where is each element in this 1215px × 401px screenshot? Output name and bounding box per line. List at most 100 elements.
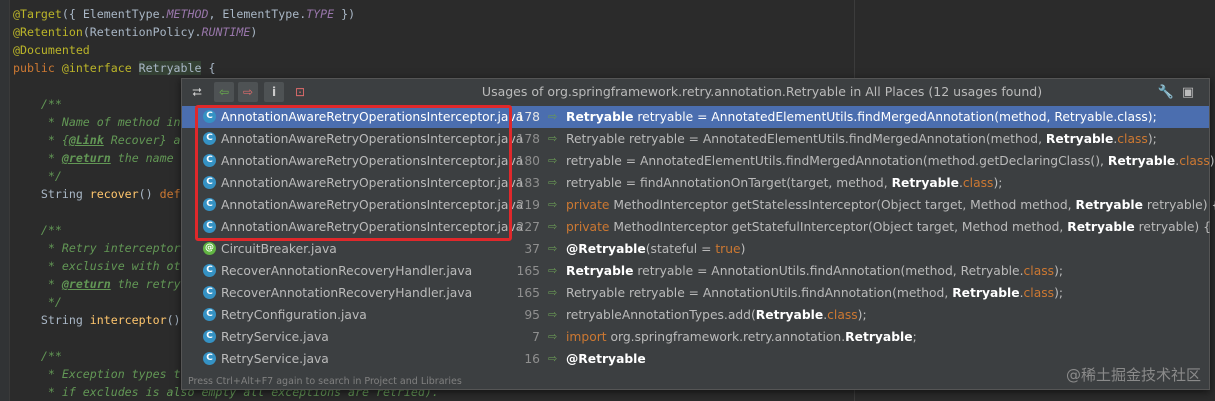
usage-code: @Retryable(stateful = true): [566, 238, 745, 260]
usage-code: retryableAnnotationTypes.add(Retryable.c…: [566, 304, 867, 326]
code-token: (): [138, 187, 160, 201]
usage-code-token: MethodInterceptor getStatelessIntercepto…: [613, 198, 1076, 212]
class-icon: C: [203, 154, 216, 167]
class-icon: C: [203, 176, 216, 189]
usage-row[interactable]: @ CircuitBreaker.java 37 ⇨ @Retryable(statef…: [182, 238, 1209, 260]
usage-code: @Retryable: [566, 348, 646, 370]
usage-code: import org.springframework.retry.annotat…: [566, 326, 917, 348]
merge-icon: ⮂: [192, 84, 202, 99]
usage-code-token: Retryable: [952, 286, 1020, 300]
code-token: *: [13, 277, 62, 291]
usage-code-token: Retryable: [1045, 132, 1114, 146]
annotation-icon: @: [203, 242, 216, 255]
usage-code-token: class: [962, 176, 994, 190]
code-token: (): [166, 313, 181, 327]
code-token: }): [334, 7, 356, 21]
code-token: RUNTIME: [201, 25, 251, 39]
code-token: ): [250, 25, 258, 39]
usage-line-number: 7: [532, 330, 540, 344]
code-line: /**: [13, 95, 62, 113]
usage-code-token: ;: [912, 330, 917, 344]
code-line: * Retry interceptor: [13, 239, 181, 257]
code-token: Retryable: [138, 61, 202, 75]
usage-code-token: Retryable: [1075, 198, 1143, 212]
code-token: {: [201, 61, 216, 75]
usage-row[interactable]: C AnnotationAwareRetryOperationsIntercept…: [182, 150, 1215, 172]
code-token: @interface: [61, 61, 139, 75]
usage-code-token: Retryable: [845, 330, 913, 344]
usage-row[interactable]: C AnnotationAwareRetryOperationsIntercept…: [182, 128, 1209, 150]
info-icon: i: [271, 85, 277, 99]
arrow-right-icon: ⇨: [242, 85, 254, 99]
usage-code-token: retryableAnnotationTypes.add(: [566, 308, 756, 322]
class-icon: C: [203, 110, 216, 123]
next-occurrence-button[interactable]: ⇨: [238, 82, 258, 102]
code-token: * Name of method in: [13, 115, 181, 129]
popup-title: Usages of org.springframework.retry.anno…: [481, 84, 1043, 99]
usage-line-number: 16: [524, 352, 540, 366]
usage-arrow-icon: ⇨: [548, 154, 558, 167]
usage-code-token: );: [1054, 286, 1064, 300]
previous-occurrence-button[interactable]: ⇦: [214, 82, 234, 102]
usage-code: Retryable retryable = AnnotatedElementUt…: [566, 128, 1157, 150]
usage-line-number: 178: [516, 110, 540, 124]
usage-code-token: (stateful =: [645, 242, 716, 256]
code-token: METHOD: [166, 7, 209, 21]
usage-arrow-icon: ⇨: [548, 220, 558, 233]
usage-row[interactable]: C RecoverAnnotationRecoveryHandler.java 16…: [182, 282, 1209, 304]
merge-usages-button[interactable]: ⮂: [187, 82, 207, 102]
usage-arrow-icon: ⇨: [548, 132, 558, 145]
usage-row[interactable]: C AnnotationAwareRetryOperationsIntercept…: [182, 194, 1215, 216]
usage-row[interactable]: C RetryService.java 16 ⇨ @Retryable: [182, 348, 1209, 370]
usage-code: Retryable retryable = AnnotationUtils.fi…: [566, 282, 1063, 304]
usage-file-name: CircuitBreaker.java: [221, 242, 337, 256]
code-line: String recover() def: [13, 185, 181, 203]
usage-line-number: 165: [516, 264, 540, 278]
pin-button[interactable]: ▣: [1180, 84, 1196, 100]
search-hint: Press Ctrl+Alt+F7 again to search in Pro…: [188, 376, 462, 387]
filter-button[interactable]: ⊡: [290, 82, 310, 102]
code-token: * {: [13, 133, 69, 147]
usage-line-number: 183: [516, 176, 540, 190]
usage-row[interactable]: C RetryService.java 7 ⇨ import org.springfra…: [182, 326, 1209, 348]
code-line: * @return the retry: [13, 275, 181, 293]
code-line: * Name of method in: [13, 113, 181, 131]
usage-file-name: AnnotationAwareRetryOperationsIntercepto…: [221, 110, 524, 124]
usage-line-number: 165: [516, 286, 540, 300]
code-token: /**: [13, 223, 62, 237]
usage-code-token: org.springframework.retry.annotation.: [610, 330, 846, 344]
code-token: @Link: [68, 133, 104, 147]
class-icon: C: [203, 132, 216, 145]
arrow-left-icon: ⇦: [218, 85, 230, 99]
code-token: def: [159, 187, 181, 201]
code-token: Recover} a: [103, 133, 181, 147]
usage-file-name: RecoverAnnotationRecoveryHandler.java: [221, 286, 473, 300]
code-line: String interceptor(): [13, 311, 181, 329]
usage-arrow-icon: ⇨: [548, 110, 558, 123]
usage-row[interactable]: C AnnotationAwareRetryOperationsIntercept…: [182, 172, 1209, 194]
code-token: @Documented: [13, 43, 90, 57]
settings-button[interactable]: 🔧: [1158, 84, 1174, 100]
code-token: /**: [13, 97, 62, 111]
usage-code-token: ): [740, 242, 746, 256]
usage-arrow-icon: ⇨: [548, 264, 558, 277]
usage-code: Retryable retryable = AnnotationUtils.fi…: [566, 260, 1063, 282]
usage-file-name: RetryService.java: [221, 352, 329, 366]
usage-arrow-icon: ⇨: [548, 330, 558, 343]
code-line: * Exception types t: [13, 365, 181, 383]
code-token: */: [13, 169, 62, 183]
show-info-button[interactable]: i: [264, 82, 284, 102]
usage-code: Retryable retryable = AnnotatedElementUt…: [566, 106, 1157, 128]
usage-row[interactable]: C RecoverAnnotationRecoveryHandler.java 16…: [182, 260, 1209, 282]
usage-file-name: AnnotationAwareRetryOperationsIntercepto…: [221, 132, 524, 146]
usage-row[interactable]: C AnnotationAwareRetryOperationsIntercept…: [182, 216, 1211, 238]
usage-arrow-icon: ⇨: [548, 286, 558, 299]
usage-code-token: private: [566, 198, 614, 212]
code-line: @Target({ ElementType.METHOD, ElementTyp…: [13, 5, 355, 23]
usage-code-token: class: [1023, 286, 1055, 300]
usage-row[interactable]: C RetryConfiguration.java 95 ⇨ retryableAnno…: [182, 304, 1209, 326]
usage-code-token: import: [566, 330, 611, 344]
code-line: * {@Link Recover} a: [13, 131, 181, 149]
usage-row[interactable]: C AnnotationAwareRetryOperationsIntercept…: [182, 106, 1209, 128]
usage-code: private MethodInterceptor getStatefulInt…: [566, 216, 1211, 238]
